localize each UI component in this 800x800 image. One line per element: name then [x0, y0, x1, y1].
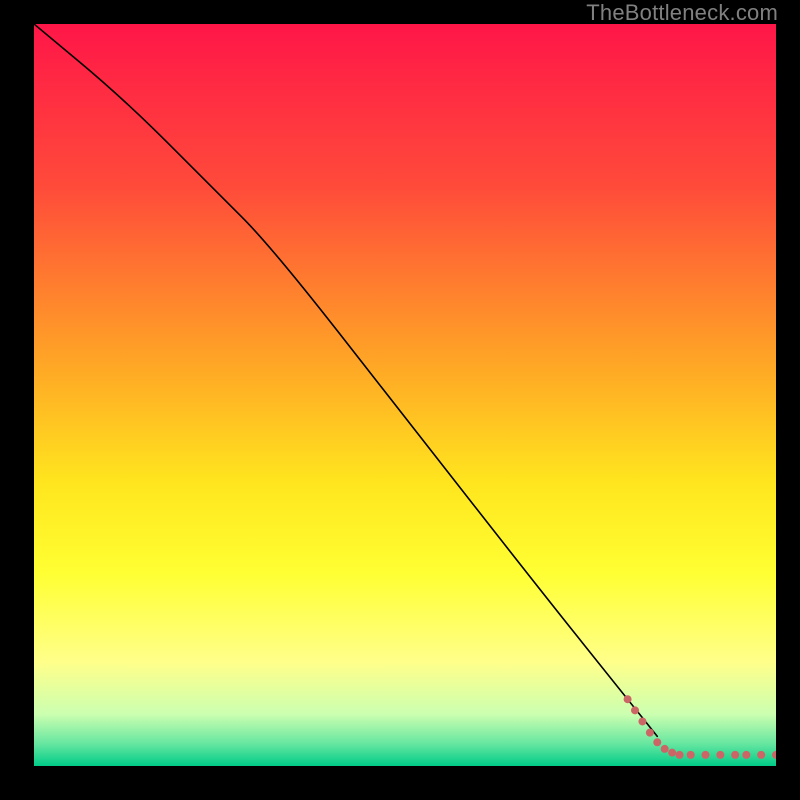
sample-point	[638, 717, 646, 725]
sample-point	[624, 695, 632, 703]
gradient-background	[34, 24, 776, 766]
sample-point	[631, 706, 639, 714]
chart-frame: TheBottleneck.com	[0, 0, 800, 800]
sample-point	[731, 751, 739, 759]
sample-point	[716, 751, 724, 759]
sample-point	[687, 751, 695, 759]
sample-point	[702, 751, 710, 759]
sample-point	[757, 751, 765, 759]
plot-area	[34, 24, 776, 766]
sample-point	[646, 729, 654, 737]
sample-point	[676, 751, 684, 759]
sample-point	[653, 738, 661, 746]
sample-point	[661, 745, 669, 753]
watermark-text: TheBottleneck.com	[586, 0, 778, 26]
chart-svg	[34, 24, 776, 766]
sample-point	[742, 751, 750, 759]
sample-point	[668, 749, 676, 757]
